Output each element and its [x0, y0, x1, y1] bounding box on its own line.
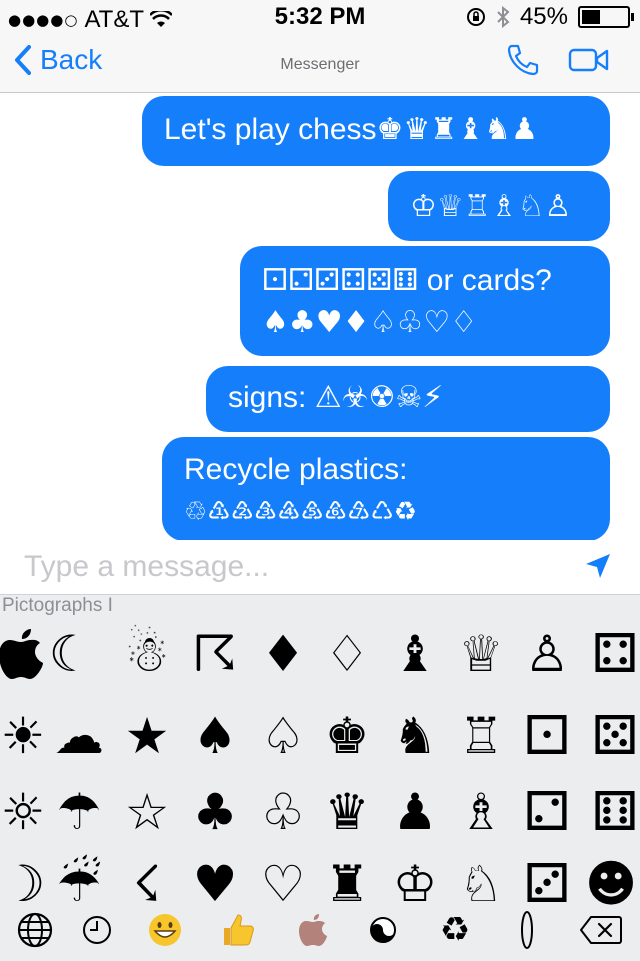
club-white-key[interactable]: ♧: [254, 783, 312, 841]
smileys-category-button[interactable]: [140, 905, 190, 955]
navigation-bar: Back Messenger: [0, 40, 640, 93]
send-icon[interactable]: [584, 552, 612, 580]
message-text: signs: ⚠☣☢☠⚡: [228, 381, 444, 414]
call-button[interactable]: [506, 40, 540, 80]
thunderstorm-key[interactable]: ☈: [186, 625, 244, 683]
star-black-key[interactable]: ★: [118, 707, 176, 765]
keyboard-category-label: Pictographs I: [2, 595, 113, 616]
backspace-icon: [580, 916, 622, 944]
star-white-key[interactable]: ☆: [118, 783, 176, 841]
knight-black-key[interactable]: ♞: [386, 707, 444, 765]
bishop-black-key[interactable]: ♝: [386, 625, 444, 683]
video-call-button[interactable]: [568, 40, 610, 80]
die-four-key[interactable]: ⚃: [586, 625, 640, 683]
recycle-button[interactable]: ♻: [430, 905, 480, 955]
recent-button[interactable]: [72, 905, 122, 955]
snowman-key[interactable]: ☃: [118, 625, 176, 683]
diamond-black-key[interactable]: ♦: [254, 625, 312, 683]
grin-emoji-icon: [149, 914, 181, 946]
umbrella-key[interactable]: ☂: [50, 783, 108, 841]
yin-yang-icon: [370, 917, 396, 943]
recycle-icon: ♻: [439, 910, 471, 950]
white-sun-key[interactable]: ☼: [0, 783, 52, 841]
people-category-button[interactable]: [212, 905, 262, 955]
globe-icon: [17, 912, 53, 948]
clock-icon: [83, 916, 111, 944]
club-black-key[interactable]: ♣: [186, 783, 244, 841]
sun-key[interactable]: ☀: [0, 707, 52, 765]
bluetooth-icon: [497, 6, 510, 28]
status-bar: ●●●●○ AT&T 5:32 PM 45%: [0, 0, 640, 40]
apple-icon: [299, 914, 327, 946]
message-text: ♔♕♖♗♘♙: [410, 189, 572, 224]
rook-white-key[interactable]: ♖: [452, 707, 510, 765]
message-bubble[interactable]: ♔♕♖♗♘♙: [388, 171, 610, 241]
battery-fill: [582, 10, 600, 24]
message-text: ♲♳♴♵♶♷♸♹♺♻: [184, 497, 418, 527]
message-text: ♠♣♥♦♤♧♡♢: [262, 305, 478, 340]
apple-logo-icon: [0, 629, 43, 679]
video-camera-icon: [568, 48, 609, 72]
thumbs-up-emoji-icon: [224, 914, 254, 946]
spade-black-key[interactable]: ♠: [186, 707, 244, 765]
message-bubble[interactable]: signs: ⚠☣☢☠⚡: [206, 366, 610, 432]
status-right: 45%: [466, 0, 634, 34]
battery-icon: [578, 6, 634, 28]
message-bubble[interactable]: Recycle plastics: ♲♳♴♵♶♷♸♹♺♻: [162, 437, 610, 541]
message-text: Recycle plastics:: [184, 453, 408, 486]
crescent-moon-key[interactable]: ☾: [42, 625, 100, 683]
message-bubble[interactable]: Let's play chess♚♛♜♝♞♟: [142, 96, 610, 166]
battery-percent: 45%: [519, 3, 568, 30]
cloud-key[interactable]: ☁: [50, 707, 108, 765]
message-input[interactable]: [22, 546, 566, 588]
backspace-button[interactable]: [576, 905, 626, 955]
spade-white-key[interactable]: ♤: [254, 707, 312, 765]
message-text: Let's play chess♚♛♜♝♞♟: [164, 113, 538, 146]
die-two-key[interactable]: ⚁: [518, 783, 576, 841]
pictograph-keyboard: Pictographs I ☾ ☃ ☈ ♦ ♢ ♝ ♕ ♙ ⚃ ☀ ☁ ★ ♠ …: [0, 594, 640, 961]
pawn-white-key[interactable]: ♙: [518, 625, 576, 683]
message-composer: [0, 540, 640, 594]
orientation-lock-icon: [466, 8, 485, 26]
phone-icon: [507, 44, 539, 76]
pawn-black-key[interactable]: ♟: [386, 783, 444, 841]
queen-white-key[interactable]: ♕: [452, 625, 510, 683]
zero-icon: [521, 911, 533, 949]
diamond-white-key[interactable]: ♢: [318, 625, 376, 683]
die-six-key[interactable]: ⚅: [586, 783, 640, 841]
keyboard-bottom-bar: ♻: [0, 901, 640, 961]
queen-black-key[interactable]: ♛: [318, 783, 376, 841]
message-text: ⚀⚁⚂⚃⚄⚅ or cards?: [262, 264, 552, 297]
more-symbols-button[interactable]: [502, 905, 552, 955]
king-black-key[interactable]: ♚: [318, 707, 376, 765]
nav-subtitle: Messenger: [280, 56, 360, 73]
message-bubble[interactable]: ⚀⚁⚂⚃⚄⚅ or cards? ♠♣♥♦♤♧♡♢: [240, 246, 610, 356]
objects-category-button[interactable]: [288, 905, 338, 955]
symbols-category-button[interactable]: [358, 905, 408, 955]
die-five-key[interactable]: ⚄: [586, 707, 640, 765]
globe-button[interactable]: [10, 905, 60, 955]
bishop-white-key[interactable]: ♗: [452, 783, 510, 841]
die-one-key[interactable]: ⚀: [518, 707, 576, 765]
